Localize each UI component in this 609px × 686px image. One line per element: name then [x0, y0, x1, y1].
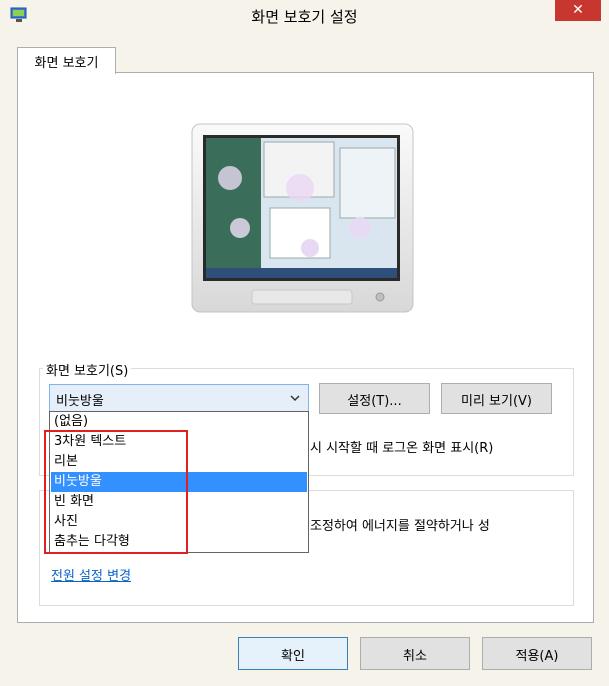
chevron-down-icon [290, 395, 300, 402]
power-description: 조정하여 에너지를 절약하거나 성 [310, 519, 490, 534]
screensaver-group-label: 화면 보호기(S) [43, 360, 132, 379]
preview-button[interactable]: 미리 보기(V) [441, 383, 552, 414]
screensaver-select-value: 비눗방울 [56, 394, 104, 409]
screensaver-select[interactable]: 비눗방울 [49, 384, 309, 412]
option-none[interactable]: (없음) [51, 412, 307, 432]
ok-button[interactable]: 확인 [238, 637, 348, 670]
annotation-highlight-box [44, 430, 188, 554]
apply-button[interactable]: 적용(A) [482, 637, 592, 670]
settings-button[interactable]: 설정(T)... [319, 383, 430, 414]
resume-logon-text: 시 시작할 때 로그온 화면 표시(R) [310, 441, 494, 456]
close-button[interactable]: ✕ [555, 0, 601, 21]
cancel-button[interactable]: 취소 [360, 637, 470, 670]
tab-label: 화면 보호기 [34, 56, 99, 71]
tab-screensaver[interactable]: 화면 보호기 [17, 47, 116, 74]
monitor-preview [191, 123, 414, 313]
power-settings-link[interactable]: 전원 설정 변경 [51, 565, 131, 584]
window-title: 화면 보호기 설정 [251, 8, 358, 26]
title-bar: 화면 보호기 설정 ✕ [0, 0, 609, 32]
